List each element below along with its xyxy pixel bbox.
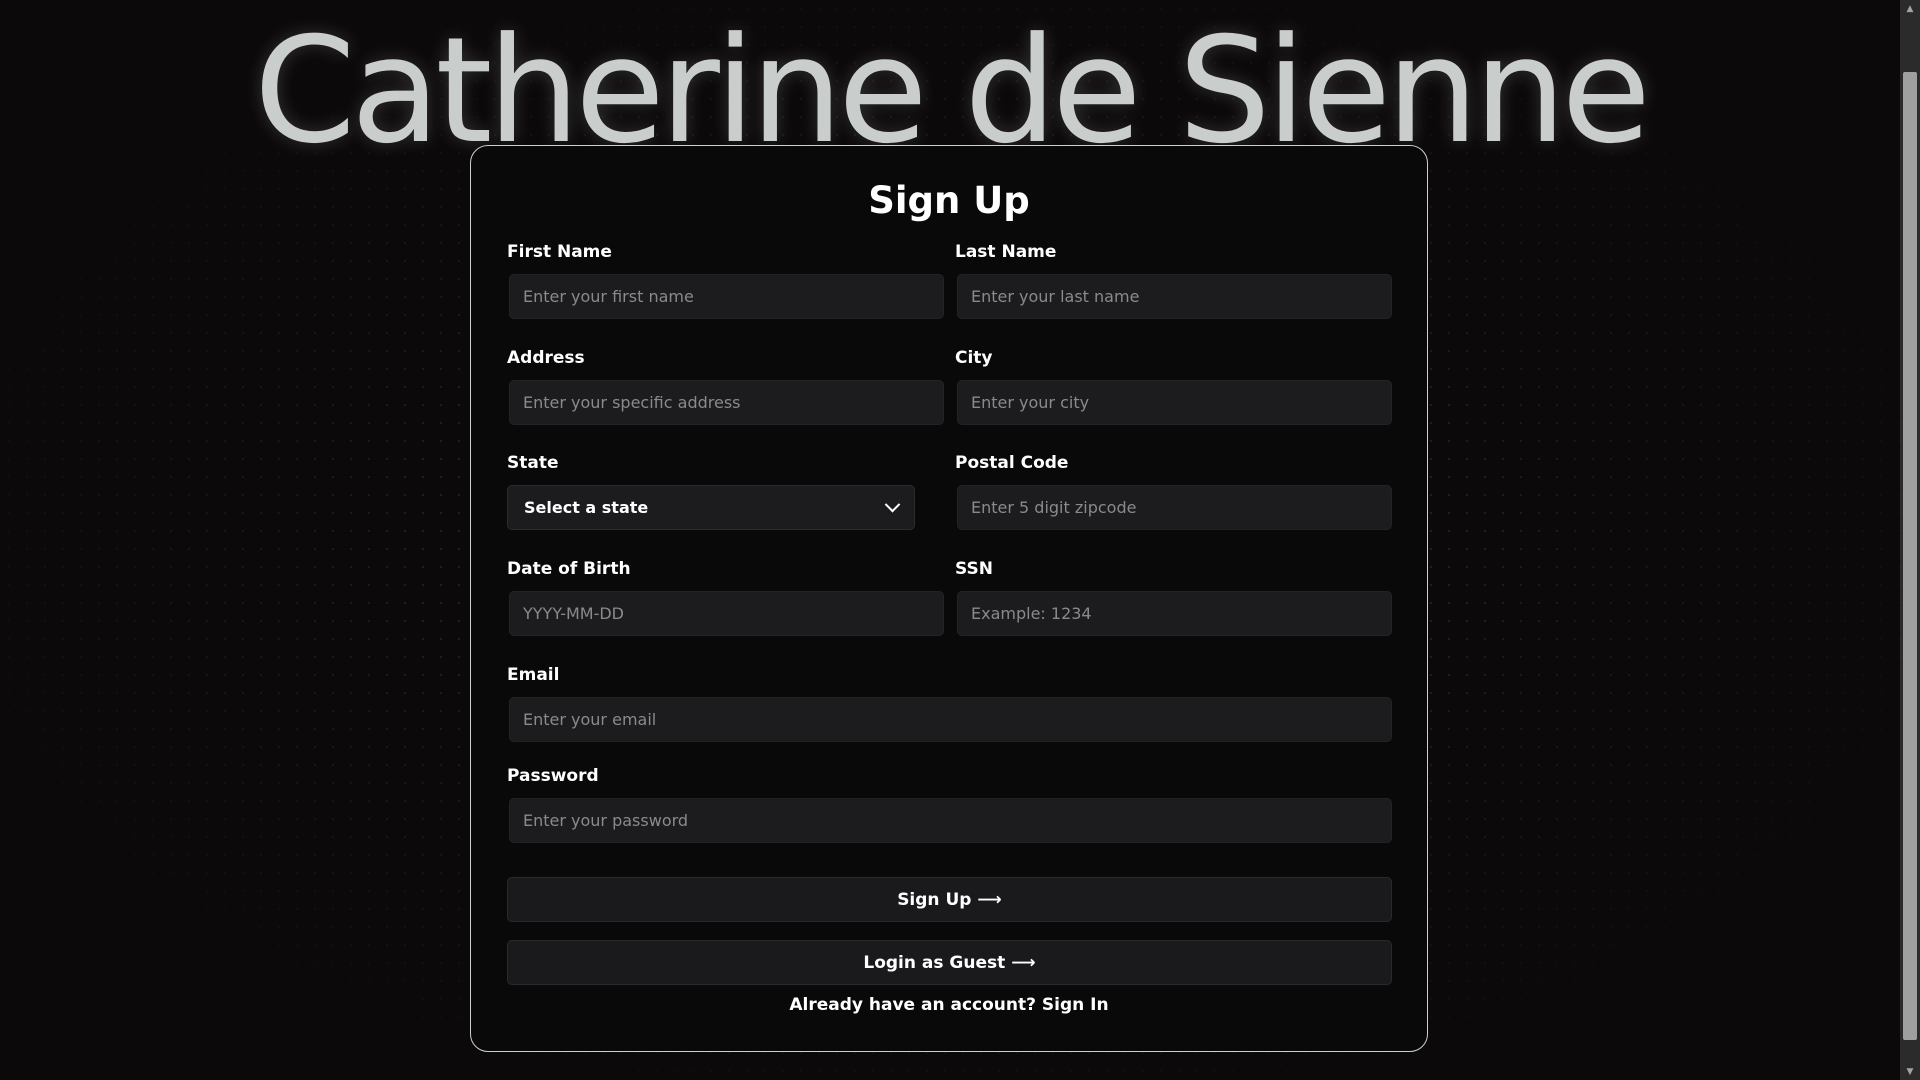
page: Catherine de Sienne Sign Up First Name L…: [0, 0, 1900, 1080]
signin-prompt: Already have an account? Sign In: [471, 995, 1427, 1015]
state-select-value: Select a state: [524, 498, 649, 517]
chevron-down-icon: [884, 496, 901, 513]
postal-code-label: Postal Code: [955, 453, 1069, 473]
first-name-input[interactable]: [509, 274, 944, 319]
scrollbar-thumb[interactable]: [1903, 72, 1917, 1040]
signup-card: Sign Up First Name Last Name Address Cit…: [470, 145, 1428, 1052]
ssn-input[interactable]: [957, 591, 1392, 636]
sign-up-button-label: Sign Up: [897, 889, 972, 910]
ssn-label: SSN: [955, 559, 993, 579]
email-input[interactable]: [509, 697, 1392, 742]
arrow-right-icon: ⟶: [977, 889, 1002, 910]
dob-label: Date of Birth: [507, 559, 631, 579]
first-name-label: First Name: [507, 242, 612, 262]
address-input[interactable]: [509, 380, 944, 425]
password-label: Password: [507, 766, 599, 786]
address-label: Address: [507, 348, 585, 368]
email-label: Email: [507, 665, 560, 685]
state-select[interactable]: Select a state: [507, 485, 915, 530]
city-input[interactable]: [957, 380, 1392, 425]
form-title: Sign Up: [868, 179, 1030, 222]
last-name-label: Last Name: [955, 242, 1057, 262]
login-as-guest-button[interactable]: Login as Guest ⟶: [507, 940, 1392, 985]
password-input[interactable]: [509, 798, 1392, 843]
scroll-down-arrow-icon[interactable]: ▼: [1900, 1063, 1920, 1080]
arrow-right-icon: ⟶: [1011, 952, 1036, 973]
brand-title: Catherine de Sienne: [253, 6, 1651, 176]
signin-prompt-text: Already have an account?: [789, 995, 1036, 1015]
last-name-input[interactable]: [957, 274, 1392, 319]
state-label: State: [507, 453, 559, 473]
postal-code-input[interactable]: [957, 485, 1392, 530]
sign-in-link[interactable]: Sign In: [1042, 995, 1109, 1015]
scroll-up-arrow-icon[interactable]: ▲: [1900, 0, 1920, 17]
login-as-guest-button-label: Login as Guest: [863, 952, 1006, 973]
sign-up-button[interactable]: Sign Up ⟶: [507, 877, 1392, 922]
dob-input[interactable]: [509, 591, 944, 636]
city-label: City: [955, 348, 993, 368]
vertical-scrollbar[interactable]: ▲ ▼: [1900, 0, 1920, 1080]
